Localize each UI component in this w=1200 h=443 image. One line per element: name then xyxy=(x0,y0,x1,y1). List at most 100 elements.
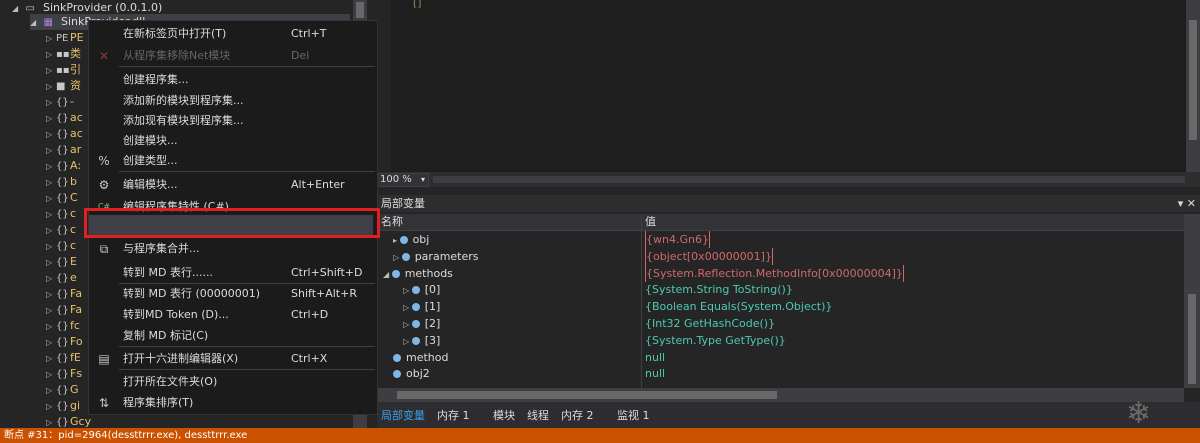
locals-scrollbar[interactable] xyxy=(1184,214,1200,388)
column-header-value[interactable]: 值 xyxy=(645,214,656,230)
expand-arrow-icon[interactable]: ▷ xyxy=(46,383,56,399)
tree-node[interactable]: ▷ {}G xyxy=(46,382,79,398)
expand-arrow-icon[interactable]: ▷ xyxy=(46,191,56,207)
locals-row[interactable]: ▸ obj {wn4.Gn6} xyxy=(377,231,1184,248)
expand-arrow-icon[interactable]: ▷ xyxy=(46,47,56,63)
expand-arrow-icon[interactable]: ▷ xyxy=(46,271,56,287)
menu-item[interactable]: 转到 MD 表行...... Ctrl+Shift+D xyxy=(89,263,377,283)
expand-arrow-icon[interactable]: ▷ xyxy=(46,399,56,415)
expand-arrow-icon[interactable]: ▷ xyxy=(403,286,412,295)
expand-arrow-icon[interactable]: ▷ xyxy=(46,319,56,335)
menu-item[interactable]: 添加新的模块到程序集... xyxy=(89,91,377,111)
menu-item[interactable]: 在新标签页中打开(T) Ctrl+T xyxy=(89,24,377,44)
tree-node[interactable]: ▷ {}ar xyxy=(46,142,81,158)
tree-node[interactable]: ▷ {}Fo xyxy=(46,334,83,350)
expand-arrow-icon[interactable]: ▷ xyxy=(46,63,56,79)
tree-node[interactable]: ▷ ■ 资 xyxy=(46,78,81,94)
expand-arrow-icon[interactable]: ▷ xyxy=(46,367,56,383)
debug-tab[interactable]: 模块 xyxy=(493,407,515,423)
close-icon[interactable]: ▾ ✕ xyxy=(1178,195,1196,212)
expand-arrow-icon[interactable]: ▷ xyxy=(46,351,56,367)
expand-arrow-icon[interactable]: ▷ xyxy=(46,239,56,255)
editor-hscrollbar[interactable] xyxy=(433,176,1185,183)
locals-row[interactable]: ▷ [2] {Int32 GetHashCode()} xyxy=(377,315,1184,332)
expand-arrow-icon[interactable]: ▷ xyxy=(46,255,56,271)
tree-node[interactable]: ▷ {}b xyxy=(46,174,77,190)
locals-row[interactable]: ◢ methods {System.Reflection.MethodInfo[0… xyxy=(377,264,1184,282)
locals-row[interactable]: ▷ parameters {object[0x00000001]} xyxy=(377,247,1184,265)
expand-arrow-icon[interactable]: ▷ xyxy=(403,303,412,312)
tree-node[interactable]: ▷ {}ac xyxy=(46,126,83,142)
debug-tab[interactable]: 局部变量 xyxy=(381,407,425,423)
menu-item[interactable]: 转到MD Token (D)... Ctrl+D xyxy=(89,305,377,325)
expand-arrow-icon[interactable]: ▷ xyxy=(46,223,56,239)
debug-tab[interactable]: 内存 1 xyxy=(437,407,470,423)
expand-arrow-icon[interactable]: ◢ xyxy=(12,1,22,17)
expand-arrow-icon[interactable]: ▷ xyxy=(46,415,56,428)
locals-row[interactable]: ▷ [3] {System.Type GetType()} xyxy=(377,332,1184,349)
expand-arrow-icon[interactable]: ▷ xyxy=(46,303,56,319)
expand-arrow-icon[interactable]: ◢ xyxy=(30,15,40,31)
expand-arrow-icon[interactable]: ▷ xyxy=(46,79,56,95)
menu-item[interactable]: 添加现有模块到程序集... xyxy=(89,111,377,131)
menu-item[interactable]: 打开所在文件夹(O) xyxy=(89,372,377,392)
status-bar: 断点 #31：pid=2964(dessttrrr.exe), dessttrr… xyxy=(0,428,1200,443)
debug-tab[interactable]: 内存 2 xyxy=(561,407,594,423)
tree-node[interactable]: ▷ {}Gcy xyxy=(46,414,91,428)
expand-arrow-icon[interactable]: ▸ xyxy=(393,236,400,245)
tree-node[interactable]: ▷ {}Fa xyxy=(46,302,82,318)
tree-node[interactable]: ▷ ▪▪引 xyxy=(46,62,81,78)
tree-node[interactable]: ▷ {}c xyxy=(46,222,76,238)
menu-item[interactable]: 创建程序集... xyxy=(89,70,377,90)
zoom-level-select[interactable]: 100 % ▾ xyxy=(377,173,429,187)
tree-node[interactable]: ▷ {}A: xyxy=(46,158,81,174)
menu-item[interactable]: 创建模块... xyxy=(89,131,377,151)
locals-row[interactable]: method null xyxy=(377,349,1184,366)
expand-arrow-icon[interactable]: ▷ xyxy=(46,207,56,223)
expand-arrow-icon[interactable]: ▷ xyxy=(393,253,402,262)
menu-item[interactable]: ▤ 打开十六进制编辑器(X) Ctrl+X xyxy=(89,349,377,369)
tree-node[interactable]: ▷ ▪▪类 xyxy=(46,46,81,62)
expand-arrow-icon[interactable]: ◢ xyxy=(383,270,392,279)
expand-arrow-icon[interactable]: ▷ xyxy=(46,335,56,351)
expand-arrow-icon[interactable]: ▷ xyxy=(46,95,56,111)
locals-hscrollbar[interactable] xyxy=(377,388,1184,402)
tree-node[interactable]: ▷ PE PE xyxy=(46,30,84,46)
debug-tab[interactable]: 监视 1 xyxy=(617,407,650,423)
expand-arrow-icon[interactable]: ▷ xyxy=(46,127,56,143)
menu-item[interactable]: ⧉ 与程序集合并... xyxy=(89,239,377,259)
tree-node[interactable]: ▷ {}C xyxy=(46,190,78,206)
menu-item[interactable]: % 创建类型... xyxy=(89,151,377,171)
code-editor[interactable]: [] xyxy=(377,0,1200,172)
menu-item[interactable]: ⇅ 程序集排序(T) xyxy=(89,393,377,413)
locals-row[interactable]: ▷ [0] {System.String ToString()} xyxy=(377,281,1184,298)
tree-node[interactable]: ▷ {}E xyxy=(46,254,77,270)
tree-node[interactable]: ▷ {}ac xyxy=(46,110,83,126)
tree-node[interactable]: ▷ {}fc xyxy=(46,318,80,334)
locals-row[interactable]: ▷ [1] {Boolean Equals(System.Object)} xyxy=(377,298,1184,315)
menu-item[interactable]: 复制 MD 标记(C) xyxy=(89,326,377,346)
menu-item[interactable]: ⚙ 编辑模块... Alt+Enter xyxy=(89,175,377,195)
tree-node[interactable]: ▷ {}Fs xyxy=(46,366,82,382)
column-header-name[interactable]: 名称 xyxy=(381,214,403,230)
expand-arrow-icon[interactable]: ▷ xyxy=(403,337,412,346)
expand-arrow-icon[interactable]: ▷ xyxy=(46,287,56,303)
menu-item[interactable]: 转到 MD 表行 (00000001) Shift+Alt+R xyxy=(89,284,377,304)
expand-arrow-icon[interactable]: ▷ xyxy=(46,31,56,47)
expand-arrow-icon[interactable]: ▷ xyxy=(46,175,56,191)
expand-arrow-icon[interactable]: ▷ xyxy=(46,111,56,127)
expand-arrow-icon[interactable]: ▷ xyxy=(46,143,56,159)
locals-row[interactable]: obj2 null xyxy=(377,365,1184,382)
tree-node[interactable]: ▷ {}fE xyxy=(46,350,81,366)
tree-node[interactable]: ▷ {}c xyxy=(46,206,76,222)
debug-tab[interactable]: 线程 xyxy=(527,407,549,423)
expand-arrow-icon[interactable]: ▷ xyxy=(403,320,412,329)
editor-scrollbar[interactable] xyxy=(1186,0,1200,172)
menu-item[interactable]: ✕ 从程序集移除Net模块 Del xyxy=(89,46,377,66)
tree-node[interactable]: ▷ {}Fa xyxy=(46,286,82,302)
tree-node[interactable]: ▷ {}- xyxy=(46,94,74,110)
tree-node[interactable]: ▷ {}gi xyxy=(46,398,80,414)
tree-node[interactable]: ▷ {}c xyxy=(46,238,76,254)
tree-node[interactable]: ▷ {}e xyxy=(46,270,77,286)
expand-arrow-icon[interactable]: ▷ xyxy=(46,159,56,175)
